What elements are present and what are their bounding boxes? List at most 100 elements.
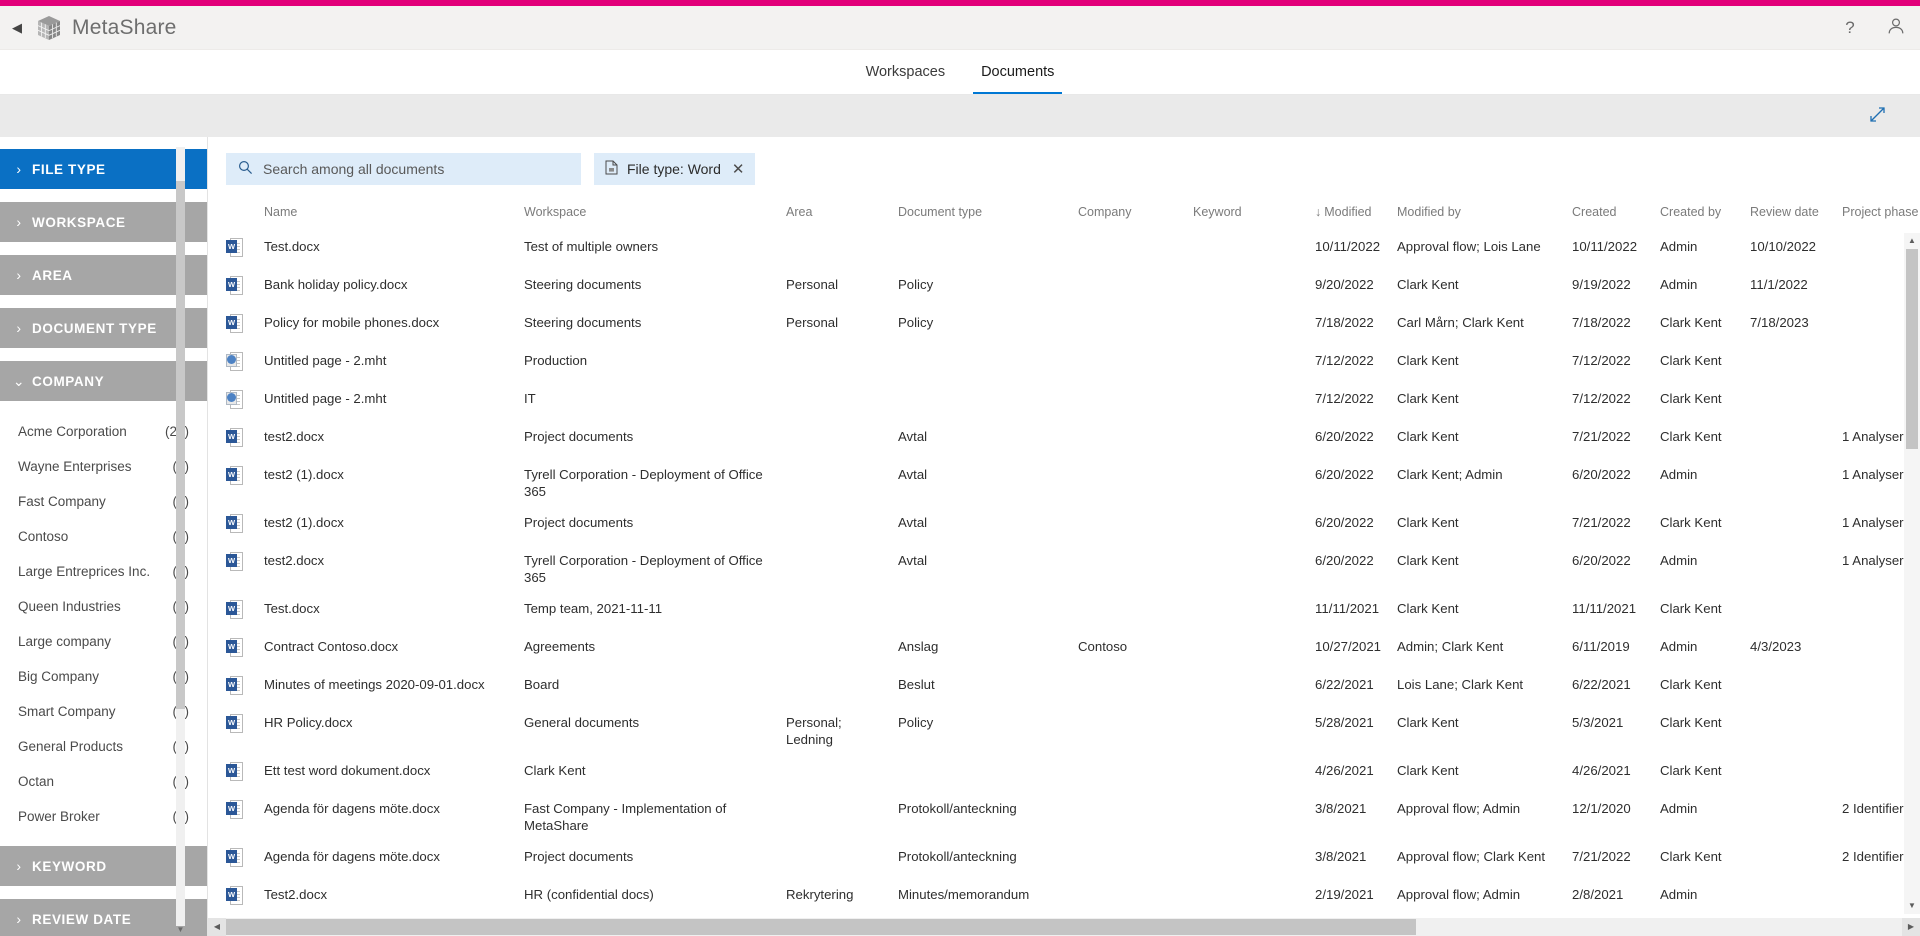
column-header-name[interactable]: Name	[264, 199, 524, 231]
cell-ws: General documents	[524, 707, 786, 755]
search-input[interactable]	[263, 161, 563, 177]
cell-kw	[1193, 507, 1315, 545]
cell-name[interactable]: Minutes of meetings 2020-09-01.docx	[264, 669, 524, 707]
cell-kw	[1193, 545, 1315, 593]
table-row[interactable]: Untitled page - 2.mhtIT7/12/2022Clark Ke…	[226, 383, 1920, 421]
facet-scrollbar[interactable]	[176, 147, 185, 926]
cell-name[interactable]: test2.docx	[264, 545, 524, 593]
table-row[interactable]: WPolicy for mobile phones.docxSteering d…	[226, 307, 1920, 345]
table-row[interactable]: WMinutes of meetings 2020-09-01.docxBoar…	[226, 669, 1920, 707]
cell-modby: Approval flow; Admin	[1397, 879, 1572, 917]
file-type-cell: W	[226, 631, 264, 669]
tab-documents[interactable]: Documents	[963, 50, 1072, 94]
table-row[interactable]: WAgenda för dagens möte.docxProject docu…	[226, 841, 1920, 879]
word-file-icon: W	[226, 676, 243, 696]
cell-kw	[1193, 421, 1315, 459]
word-file-icon: W	[226, 638, 243, 658]
cell-mod: 3/8/2021	[1315, 793, 1397, 841]
cell-creby: Admin	[1660, 269, 1750, 307]
column-header-pp[interactable]: Project phase	[1842, 199, 1920, 231]
column-header-label: Created	[1572, 205, 1616, 219]
cell-rev: 11/1/2022	[1750, 269, 1842, 307]
table-row[interactable]: WContract Contoso.docxAgreementsAnslagCo…	[226, 631, 1920, 669]
cell-kw	[1193, 669, 1315, 707]
search-box[interactable]	[226, 153, 581, 185]
column-header-icon[interactable]	[226, 199, 264, 231]
column-header-co[interactable]: Company	[1078, 199, 1193, 231]
table-row[interactable]: Untitled page - 2.mhtProduction7/12/2022…	[226, 345, 1920, 383]
cell-name[interactable]: Policy for mobile phones.docx	[264, 307, 524, 345]
table-row[interactable]: Wtest2.docxProject documentsAvtal6/20/20…	[226, 421, 1920, 459]
cell-mod: 5/28/2021	[1315, 707, 1397, 755]
table-row[interactable]: WHR Policy.docxGeneral documentsPersonal…	[226, 707, 1920, 755]
facet-header-label: FILE TYPE	[32, 162, 106, 177]
account-icon[interactable]	[1886, 17, 1906, 40]
facet-item-label: Contoso	[18, 529, 68, 544]
cell-co	[1078, 383, 1193, 421]
cell-creby: Clark Kent	[1660, 669, 1750, 707]
column-header-area[interactable]: Area	[786, 199, 898, 231]
cell-name[interactable]: test2 (1).docx	[264, 459, 524, 507]
results-horizontal-scrollbar[interactable]: ◀ ▶	[208, 918, 1920, 936]
column-header-dt[interactable]: Document type	[898, 199, 1078, 231]
cell-name[interactable]: Agenda för dagens möte.docx	[264, 841, 524, 879]
cell-name[interactable]: Contract Contoso.docx	[264, 631, 524, 669]
cell-dt	[898, 383, 1078, 421]
word-file-icon: W	[226, 238, 243, 258]
table-row[interactable]: Wtest2 (1).docxProject documentsAvtal6/2…	[226, 507, 1920, 545]
facet-scrollbar-thumb[interactable]	[176, 181, 185, 709]
facet-header-label: KEYWORD	[32, 859, 107, 874]
close-icon[interactable]: ✕	[732, 160, 745, 178]
file-type-cell: W	[226, 707, 264, 755]
column-header-label: Project phase	[1842, 205, 1918, 219]
column-header-creby[interactable]: Created by	[1660, 199, 1750, 231]
table-row[interactable]: Wtest2.docxTyrell Corporation - Deployme…	[226, 545, 1920, 593]
cell-name[interactable]: Untitled page - 2.mht	[264, 383, 524, 421]
tab-workspaces[interactable]: Workspaces	[848, 50, 964, 94]
table-row[interactable]: WBank holiday policy.docxSteering docume…	[226, 269, 1920, 307]
table-row[interactable]: WTest.docxTemp team, 2021-11-1111/11/202…	[226, 593, 1920, 631]
cell-name[interactable]: test2 (1).docx	[264, 507, 524, 545]
table-row[interactable]: Wtest2 (1).docxTyrell Corporation - Depl…	[226, 459, 1920, 507]
table-row[interactable]: WTest.docxTest of multiple owners10/11/2…	[226, 231, 1920, 269]
facet-scroll-down-arrow[interactable]: ▼	[176, 924, 185, 936]
cell-name[interactable]: test2.docx	[264, 421, 524, 459]
cell-name[interactable]: Untitled page - 2.mht	[264, 345, 524, 383]
cell-name[interactable]: Agenda för dagens möte.docx	[264, 793, 524, 841]
column-header-kw[interactable]: Keyword	[1193, 199, 1315, 231]
column-header-modby[interactable]: Modified by	[1397, 199, 1572, 231]
cell-name[interactable]: Bank holiday policy.docx	[264, 269, 524, 307]
scroll-up-arrow[interactable]: ▲	[1904, 233, 1920, 249]
cell-name[interactable]: HR Policy.docx	[264, 707, 524, 755]
cell-name[interactable]: Test.docx	[264, 231, 524, 269]
cell-dt: Avtal	[898, 507, 1078, 545]
results-vertical-scrollbar[interactable]: ▲ ▼	[1904, 233, 1920, 914]
table-row[interactable]: WAgenda för dagens möte.docxFast Company…	[226, 793, 1920, 841]
column-header-cre[interactable]: Created	[1572, 199, 1660, 231]
cell-kw	[1193, 345, 1315, 383]
collapse-nav-icon[interactable]: ◀	[0, 20, 34, 36]
scroll-left-arrow[interactable]: ◀	[208, 918, 226, 936]
column-header-mod[interactable]: ↓Modified	[1315, 199, 1397, 231]
horizontal-scrollbar-thumb[interactable]	[226, 919, 1416, 935]
column-header-rev[interactable]: Review date	[1750, 199, 1842, 231]
cell-name[interactable]: Test2.docx	[264, 879, 524, 917]
table-row[interactable]: WTest2.docxHR (confidential docs)Rekryte…	[226, 879, 1920, 917]
cell-co	[1078, 507, 1193, 545]
cell-mod: 7/12/2022	[1315, 383, 1397, 421]
cell-modby: Clark Kent	[1397, 707, 1572, 755]
results-panel: File type: Word ✕ NameWorkspaceAreaDocum…	[207, 137, 1920, 936]
cell-ws: Fast Company - Implementation of MetaSha…	[524, 793, 786, 841]
cell-name[interactable]: Test.docx	[264, 593, 524, 631]
table-row[interactable]: WEtt test word dokument.docxClark Kent4/…	[226, 755, 1920, 793]
column-header-ws[interactable]: Workspace	[524, 199, 786, 231]
help-icon[interactable]: ?	[1840, 18, 1860, 38]
cell-rev	[1750, 707, 1842, 755]
expand-view-icon[interactable]	[1869, 106, 1886, 127]
scroll-right-arrow[interactable]: ▶	[1902, 918, 1920, 936]
vertical-scrollbar-thumb[interactable]	[1906, 249, 1918, 449]
filter-chip-file-type[interactable]: File type: Word ✕	[594, 153, 755, 185]
scroll-down-arrow[interactable]: ▼	[1904, 898, 1920, 914]
cell-name[interactable]: Ett test word dokument.docx	[264, 755, 524, 793]
cell-cre: 11/11/2021	[1572, 593, 1660, 631]
